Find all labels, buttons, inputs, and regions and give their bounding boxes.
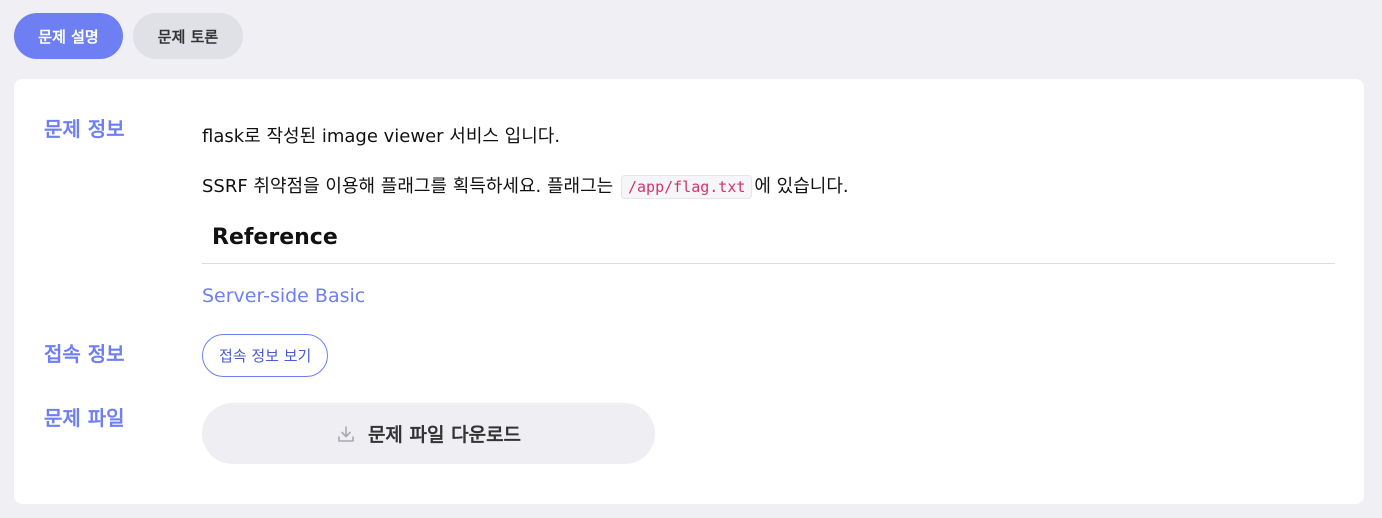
description-line-2-suffix: 에 있습니다. — [754, 176, 849, 197]
description-line-2-text: SSRF 취약점을 이용해 플래그를 획득하세요. 플래그는 — [202, 176, 614, 197]
tab-bar: 문제 설명 문제 토론 — [14, 13, 243, 59]
tab-problem-discussion[interactable]: 문제 토론 — [133, 13, 243, 59]
reference-link-server-side-basic[interactable]: Server-side Basic — [202, 285, 365, 307]
reference-divider — [202, 263, 1335, 264]
problem-file-label: 문제 파일 — [44, 406, 125, 430]
description-line-1: flask로 작성된 image viewer 서비스 입니다. — [202, 126, 561, 147]
problem-info-label: 문제 정보 — [44, 117, 125, 141]
download-icon — [336, 424, 356, 444]
problem-card: 문제 정보 flask로 작성된 image viewer 서비스 입니다. S… — [14, 79, 1364, 504]
view-connection-info-label: 접속 정보 보기 — [219, 347, 312, 365]
description-line-2: SSRF 취약점을 이용해 플래그를 획득하세요. 플래그는 /app/flag… — [202, 172, 849, 199]
flag-path-code: /app/flag.txt — [620, 175, 753, 199]
connection-info-label: 접속 정보 — [44, 342, 125, 366]
download-problem-file-label: 문제 파일 다운로드 — [367, 424, 522, 446]
tab-problem-description[interactable]: 문제 설명 — [14, 13, 123, 59]
reference-heading: Reference — [212, 225, 338, 250]
view-connection-info-button[interactable]: 접속 정보 보기 — [202, 334, 329, 377]
download-problem-file-button[interactable]: 문제 파일 다운로드 — [202, 403, 655, 464]
